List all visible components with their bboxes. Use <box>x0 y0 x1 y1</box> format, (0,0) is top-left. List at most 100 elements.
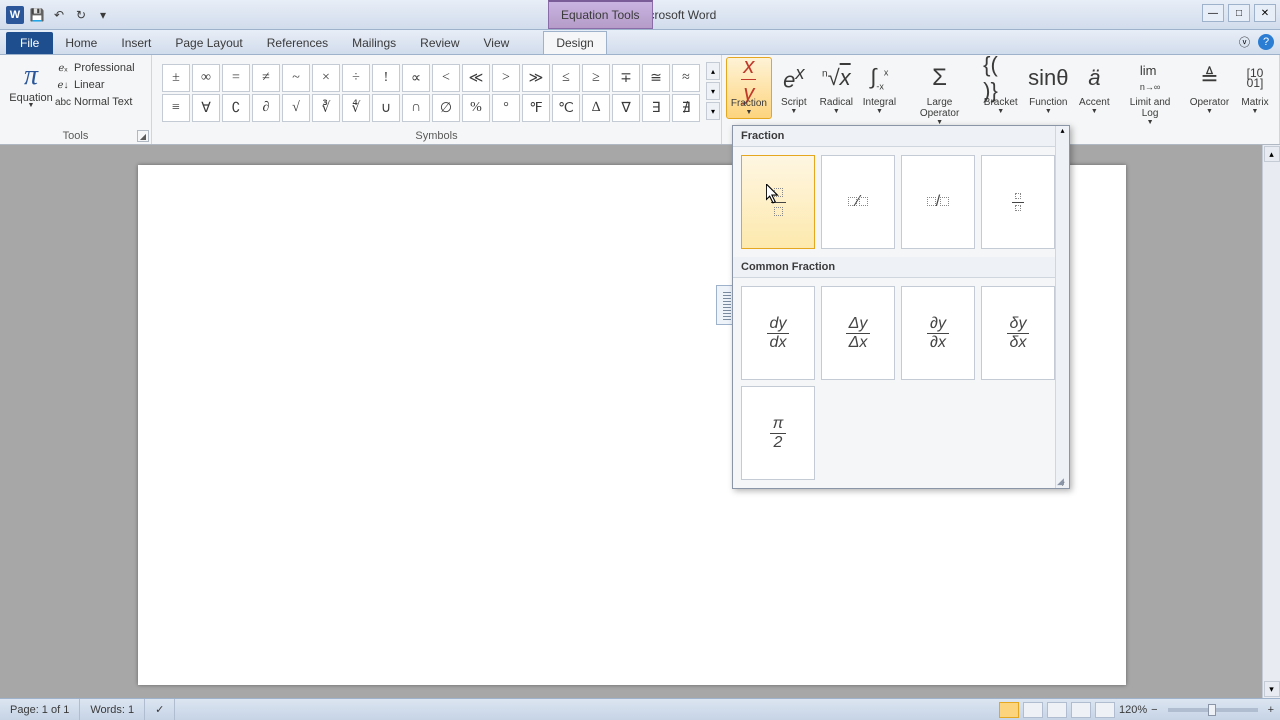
symbol-button[interactable]: √ <box>282 94 310 122</box>
symbol-button[interactable]: × <box>312 64 340 92</box>
symbol-button[interactable]: % <box>462 94 490 122</box>
symbol-button[interactable]: ~ <box>282 64 310 92</box>
symbol-button[interactable]: ∁ <box>222 94 250 122</box>
symbol-button[interactable]: ∆ <box>582 94 610 122</box>
view-draft[interactable] <box>1095 702 1115 718</box>
symbol-button[interactable]: ∇ <box>612 94 640 122</box>
view-web-layout[interactable] <box>1047 702 1067 718</box>
tools-dialog-launcher[interactable]: ◢ <box>137 130 149 142</box>
fraction-linear[interactable]: / <box>901 155 975 249</box>
symbol-button[interactable]: ∂ <box>252 94 280 122</box>
save-icon[interactable]: 💾 <box>28 6 46 24</box>
fraction-button[interactable]: xyFraction▼ <box>726 57 772 119</box>
symbol-more-button[interactable]: ▾ <box>706 102 720 120</box>
symbol-button[interactable]: ÷ <box>342 64 370 92</box>
symbol-button[interactable]: ± <box>162 64 190 92</box>
close-button[interactable]: ✕ <box>1254 4 1276 22</box>
view-outline[interactable] <box>1071 702 1091 718</box>
fraction-stacked[interactable] <box>741 155 815 249</box>
symbol-button[interactable]: ℉ <box>522 94 550 122</box>
symbol-button[interactable]: ≫ <box>522 64 550 92</box>
operator-button[interactable]: ≜Operator▼ <box>1186 57 1233 117</box>
minimize-button[interactable]: — <box>1202 4 1224 22</box>
file-tab[interactable]: File <box>6 32 53 54</box>
zoom-level[interactable]: 120% <box>1119 704 1147 716</box>
symbol-button[interactable]: ∩ <box>402 94 430 122</box>
gallery-scrollbar[interactable]: ▴▾ <box>1055 126 1069 488</box>
symbol-button[interactable]: ∓ <box>612 64 640 92</box>
symbol-button[interactable]: ∃ <box>642 94 670 122</box>
symbol-button[interactable]: ∀ <box>192 94 220 122</box>
undo-icon[interactable]: ↶ <box>50 6 68 24</box>
status-proofing-icon[interactable]: ✓ <box>145 699 175 720</box>
professional-button[interactable]: ℯₓProfessional <box>56 61 135 75</box>
fraction-skewed[interactable]: ⁄ <box>821 155 895 249</box>
symbol-button[interactable]: ∪ <box>372 94 400 122</box>
symbol-button[interactable]: ∝ <box>402 64 430 92</box>
symbol-button[interactable]: ≤ <box>552 64 580 92</box>
tab-page-layout[interactable]: Page Layout <box>163 32 254 54</box>
symbol-button[interactable]: ° <box>492 94 520 122</box>
symbol-button[interactable]: = <box>222 64 250 92</box>
tab-insert[interactable]: Insert <box>109 32 163 54</box>
bracket-button[interactable]: {( )}Bracket▼ <box>979 57 1022 117</box>
scroll-down-icon[interactable]: ▾ <box>1264 681 1280 697</box>
linear-button[interactable]: ℯ↓Linear <box>56 78 135 92</box>
symbol-button[interactable]: ∄ <box>672 94 700 122</box>
symbol-button[interactable]: ≥ <box>582 64 610 92</box>
symbol-button[interactable]: ∅ <box>432 94 460 122</box>
symbol-button[interactable]: ≪ <box>462 64 490 92</box>
zoom-slider-thumb[interactable] <box>1208 704 1216 716</box>
fraction-small[interactable] <box>981 155 1055 249</box>
common-fraction-item[interactable]: ∂y∂x <box>901 286 975 380</box>
radical-button[interactable]: n√xRadical▼ <box>816 57 857 117</box>
script-button[interactable]: exScript▼ <box>774 57 814 117</box>
common-fraction-item[interactable]: π2 <box>741 386 815 480</box>
matrix-button[interactable]: [1001]Matrix▼ <box>1235 57 1275 117</box>
maximize-button[interactable]: □ <box>1228 4 1250 22</box>
symbol-button[interactable]: ≡ <box>162 94 190 122</box>
tab-mailings[interactable]: Mailings <box>340 32 408 54</box>
symbol-button[interactable]: ℃ <box>552 94 580 122</box>
function-button[interactable]: sinθFunction▼ <box>1024 57 1072 117</box>
tab-design[interactable]: Design <box>543 31 606 54</box>
tab-view[interactable]: View <box>472 32 522 54</box>
tab-review[interactable]: Review <box>408 32 471 54</box>
symbol-scroll-up[interactable]: ▴ <box>706 62 720 80</box>
tab-home[interactable]: Home <box>53 32 109 54</box>
status-words[interactable]: Words: 1 <box>80 699 145 720</box>
symbol-button[interactable]: ∞ <box>192 64 220 92</box>
accent-button[interactable]: äAccent▼ <box>1074 57 1114 117</box>
symbol-button[interactable]: ! <box>372 64 400 92</box>
help-icon[interactable]: ? <box>1258 34 1274 50</box>
equation-move-handle[interactable] <box>723 290 731 320</box>
common-fraction-item[interactable]: dydx <box>741 286 815 380</box>
normal-text-button[interactable]: abcNormal Text <box>56 95 135 109</box>
status-page[interactable]: Page: 1 of 1 <box>0 699 80 720</box>
symbol-button[interactable]: ≅ <box>642 64 670 92</box>
minimize-ribbon-icon[interactable]: ⓥ <box>1239 34 1250 50</box>
redo-icon[interactable]: ↻ <box>72 6 90 24</box>
zoom-in-button[interactable]: + <box>1268 704 1274 716</box>
zoom-out-button[interactable]: − <box>1151 704 1157 716</box>
gallery-resize-handle[interactable]: ◢ <box>1057 476 1069 488</box>
symbol-button[interactable]: ≈ <box>672 64 700 92</box>
common-fraction-item[interactable]: δyδx <box>981 286 1055 380</box>
symbol-button[interactable]: ≠ <box>252 64 280 92</box>
common-fraction-item[interactable]: ΔyΔx <box>821 286 895 380</box>
symbol-button[interactable]: > <box>492 64 520 92</box>
view-print-layout[interactable] <box>999 702 1019 718</box>
symbol-scroll-down[interactable]: ▾ <box>706 82 720 100</box>
vertical-scrollbar[interactable]: ▴ ▾ <box>1262 145 1280 698</box>
large-operator-button[interactable]: ΣLarge Operator▼ <box>902 57 977 128</box>
zoom-slider[interactable] <box>1168 708 1258 712</box>
scroll-up-icon[interactable]: ▴ <box>1264 146 1280 162</box>
qat-customize-icon[interactable]: ▾ <box>94 6 112 24</box>
symbol-button[interactable]: ∜ <box>342 94 370 122</box>
integral-button[interactable]: ∫-xxIntegral▼ <box>859 57 900 117</box>
limit-log-button[interactable]: limn→∞Limit and Log▼ <box>1116 57 1184 128</box>
word-app-icon[interactable]: W <box>6 6 24 24</box>
view-full-screen[interactable] <box>1023 702 1043 718</box>
tab-references[interactable]: References <box>255 32 340 54</box>
symbol-button[interactable]: < <box>432 64 460 92</box>
